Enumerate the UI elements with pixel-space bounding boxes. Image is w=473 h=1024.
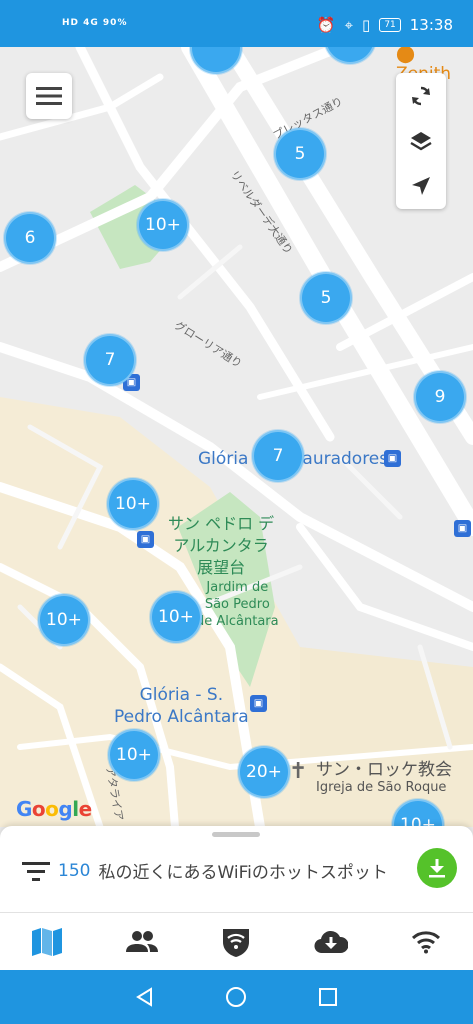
status-left: HD 4G 90%	[62, 18, 127, 28]
vibrate-icon: ▯	[362, 16, 371, 34]
poi-park-jp[interactable]: サン ペドロ デ アルカンタラ 展望台	[168, 513, 274, 579]
poi-church-pt: Igreja de São Roque	[316, 780, 447, 795]
download-map-button[interactable]	[417, 848, 457, 888]
hotspot-cluster[interactable]: 20+	[238, 746, 290, 798]
locate-icon	[412, 176, 430, 195]
hotspot-cluster[interactable]: 10+	[137, 199, 189, 251]
poi-church-jp[interactable]: サン・ロッケ教会	[316, 755, 452, 780]
hotspot-cluster[interactable]: 10+	[150, 591, 202, 643]
alarm-icon: ⏰	[316, 16, 336, 34]
filter-icon[interactable]	[22, 860, 52, 882]
status-left-text: HD 4G 90%	[62, 18, 128, 28]
system-nav-bar	[0, 970, 473, 1024]
hotspot-sheet[interactable]: 150 私の近くにあるWiFiのホットスポット	[0, 826, 473, 912]
bus-stop-icon: ▣	[454, 520, 471, 537]
wifi-icon	[411, 930, 440, 953]
home-icon[interactable]	[225, 986, 247, 1008]
status-right: ⏰ ⌖ ▯ 71 13:38	[317, 16, 453, 34]
refresh-button[interactable]	[396, 73, 446, 118]
hotspot-cluster[interactable]: 5	[274, 128, 326, 180]
poi-gloria-sp[interactable]: Glória - S. Pedro Alcântara	[114, 684, 249, 728]
download-icon	[429, 859, 445, 878]
hotspot-cluster[interactable]: 6	[4, 212, 56, 264]
hotspot-cluster[interactable]: 9	[414, 371, 466, 423]
hotspot-cluster[interactable]: 10+	[107, 478, 159, 530]
locate-button[interactable]	[396, 163, 446, 208]
sheet-title: 私の近くにあるWiFiのホットスポット	[98, 863, 388, 883]
hotspot-cluster[interactable]: 7	[84, 334, 136, 386]
metro-icon: ▣	[384, 450, 401, 467]
map-tools-panel	[396, 73, 446, 209]
battery-indicator: 71	[379, 18, 401, 32]
sheet-drag-handle[interactable]	[212, 832, 260, 837]
cloud-download-icon	[314, 930, 349, 953]
recents-icon[interactable]	[318, 987, 338, 1007]
back-icon[interactable]	[135, 987, 155, 1007]
refresh-icon	[412, 86, 430, 105]
menu-button[interactable]	[26, 73, 72, 119]
hotspot-count: 150	[58, 860, 91, 881]
shield-wifi-icon	[223, 928, 250, 957]
location-icon: ⌖	[344, 16, 354, 34]
church-pin-icon: ✝	[289, 759, 308, 784]
status-bar: HD 4G 90% ⏰ ⌖ ▯ 71 13:38	[0, 0, 473, 47]
poi-park-pt: Jardim de São Pedro de Alcântara	[196, 580, 279, 629]
community-tab[interactable]	[112, 917, 172, 967]
bus-stop-icon: ▣	[137, 531, 154, 548]
funicular-icon: ▣	[250, 695, 267, 712]
map-icon	[32, 927, 63, 956]
hotspot-cluster[interactable]: 5	[300, 272, 352, 324]
hotspot-cluster[interactable]: 10+	[38, 594, 90, 646]
google-logo: Google	[16, 797, 92, 821]
wifi-tab[interactable]	[396, 917, 456, 967]
layers-icon	[410, 131, 432, 150]
food-pin-icon: ⬤	[396, 47, 416, 64]
layers-button[interactable]	[396, 118, 446, 163]
status-time: 13:38	[409, 16, 453, 34]
people-icon	[125, 930, 158, 952]
hotspot-cluster[interactable]: 10+	[108, 729, 160, 781]
bottom-tab-bar	[0, 912, 473, 970]
hotspot-cluster[interactable]: 7	[252, 430, 304, 482]
sheet-summary: 150 私の近くにあるWiFiのホットスポット	[22, 858, 442, 883]
download-tab[interactable]	[301, 917, 361, 967]
vpn-tab[interactable]	[206, 917, 266, 967]
map-tab[interactable]	[17, 917, 77, 967]
menu-icon	[36, 87, 62, 105]
